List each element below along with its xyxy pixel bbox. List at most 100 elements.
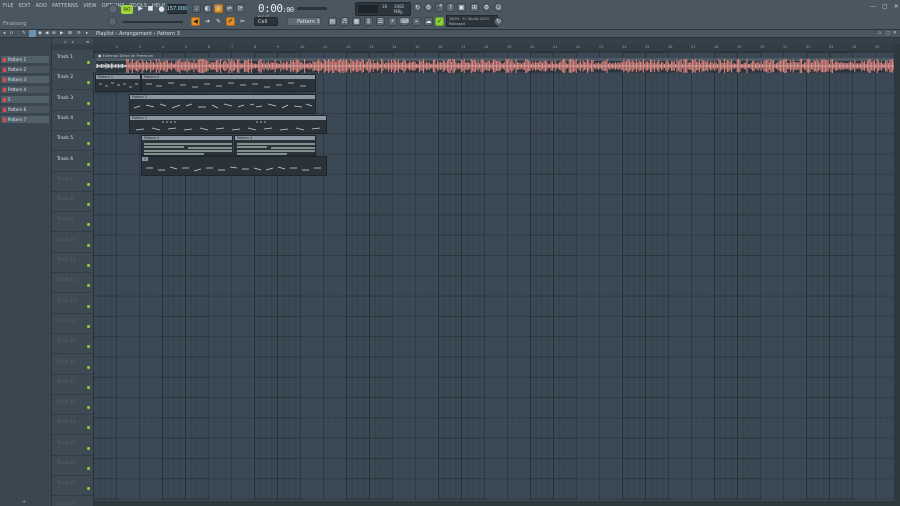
select-tool-icon[interactable] (29, 30, 36, 37)
refresh-icon[interactable]: ↻ (413, 3, 422, 12)
save-icon[interactable]: ▣ (457, 3, 466, 12)
mixer-icon[interactable]: ⚙ (424, 3, 433, 12)
track-header[interactable]: Track 10 (52, 233, 93, 253)
mixer-window-icon[interactable]: ⫼ (364, 17, 373, 26)
browser-icon[interactable]: ☰ (376, 17, 385, 26)
track-mute-led-icon[interactable] (87, 324, 90, 328)
timeline-ruler[interactable]: 2 3 4 5 6 7 8 9 10 11 12 13 14 15 16 17 18 19 20 21 22 23 24 25… (93, 44, 894, 52)
maximize-icon[interactable]: ▢ (882, 3, 888, 10)
pattern-clip[interactable]: Pattern 1 (95, 74, 141, 92)
track-header[interactable]: Track 14 (52, 314, 93, 334)
tempo-display[interactable]: 157.000 (167, 4, 187, 14)
prev-icon[interactable]: ◂ (64, 39, 66, 44)
detach-icon[interactable]: ▫ (878, 31, 881, 36)
zoom-icon[interactable]: ⊕ (52, 31, 56, 36)
master-pitch-slider[interactable] (297, 7, 327, 10)
news-panel[interactable]: 16/04 - FL Studio 2023 Released (446, 15, 498, 27)
horizontal-scrollbar[interactable] (93, 501, 894, 506)
loop-icon[interactable]: ⟳ (77, 31, 81, 36)
track-mute-led-icon[interactable] (87, 467, 90, 470)
track-header[interactable]: Track 11 (52, 253, 93, 273)
menu-edit[interactable]: EDIT (18, 3, 32, 12)
pattern-song-toggle[interactable]: PAT (121, 5, 133, 14)
pattern-clip[interactable]: Pattern 4 (234, 135, 316, 156)
track-header[interactable]: Track 23 (52, 497, 93, 506)
shop-icon[interactable]: ⊞ (470, 3, 479, 12)
mute-icon[interactable]: ◉ (38, 31, 42, 36)
track-menu-icon[interactable]: ≡ (86, 39, 89, 44)
playlist-arrangement[interactable]: ● External Drive all Premium Pattern 1 P… (93, 52, 894, 506)
menu-patterns[interactable]: PATTERNS (51, 3, 79, 12)
pattern-clip[interactable]: Pattern 2 (141, 74, 316, 92)
delete-tool-icon[interactable]: ✂ (238, 17, 247, 26)
master-pitch-knob-icon[interactable] (108, 17, 117, 26)
record-button[interactable]: ● (157, 4, 166, 13)
track-mute-led-icon[interactable] (87, 121, 90, 125)
plugin-picker-icon[interactable]: ⚡ (388, 17, 397, 26)
pattern-clip[interactable]: Pattern 4 (141, 135, 233, 156)
snap-grid-icon[interactable]: ⊞ (68, 31, 72, 36)
track-header[interactable]: Track 21 (52, 456, 93, 476)
track-mute-led-icon[interactable] (87, 101, 90, 105)
track-header[interactable]: Track 20 (52, 436, 93, 456)
menu-arrow-icon[interactable]: ▸ (86, 31, 88, 36)
track-header[interactable]: Track 18 (52, 395, 93, 416)
track-mute-led-icon[interactable] (87, 284, 90, 288)
snap-select[interactable]: Cell (254, 17, 278, 26)
blend-notes-icon[interactable]: ⇌ (225, 4, 234, 13)
pattern-clip[interactable]: Pattern 3 (129, 94, 316, 114)
stop-button[interactable]: ■ (146, 4, 155, 13)
online-icon[interactable]: ✓ (435, 17, 444, 26)
minimize-icon[interactable]: — (870, 3, 876, 10)
close-playlist-icon[interactable]: ✕ (893, 31, 897, 36)
menu-file[interactable]: FILE (2, 3, 15, 12)
track-header[interactable]: Track 17 (52, 375, 93, 395)
track-header[interactable]: Track 9 (52, 212, 93, 233)
account-icon[interactable]: ☺ (494, 3, 503, 12)
track-mute-led-icon[interactable] (87, 345, 90, 349)
pattern-item[interactable]: Pattern 7 (1, 116, 49, 124)
volume-slider[interactable] (123, 21, 183, 23)
track-header[interactable]: Track 5 (52, 131, 93, 152)
track-header[interactable]: Track 8 (52, 192, 93, 213)
pattern-clip[interactable]: Pattern 2 (129, 115, 327, 134)
track-header[interactable]: Track 3 (52, 91, 93, 111)
pattern-item[interactable]: Pattern 3 (1, 76, 49, 84)
settings-icon[interactable]: ⚙ (482, 3, 491, 12)
maximize-playlist-icon[interactable]: ▢ (886, 31, 890, 36)
cloud-icon[interactable]: ☁ (424, 17, 433, 26)
track-mute-led-icon[interactable] (87, 162, 90, 166)
arrow-left-icon[interactable]: ◂ (3, 31, 5, 36)
countdown-icon[interactable]: ⌛ (214, 4, 223, 13)
draw-tool-icon[interactable]: ✎ (214, 17, 223, 26)
touch-keyboard-icon[interactable]: ⌨ (400, 17, 409, 26)
play-button[interactable]: ▶ (136, 4, 145, 13)
piano-roll-icon[interactable]: ♬ (340, 17, 349, 26)
microphone-icon[interactable]: 🎤 (435, 3, 444, 12)
news-refresh-icon[interactable]: ↻ (494, 17, 503, 26)
wire-icon[interactable]: ⌁ (412, 17, 421, 26)
wait-input-icon[interactable]: ◐ (203, 4, 212, 13)
track-mute-led-icon[interactable] (87, 426, 90, 430)
track-mute-led-icon[interactable] (87, 304, 90, 308)
menu-add[interactable]: ADD (35, 3, 48, 12)
pattern-item[interactable]: Pattern 2 (1, 66, 49, 74)
magnet-icon[interactable]: ∩ (10, 31, 13, 36)
track-mute-led-icon[interactable] (87, 406, 90, 410)
track-mute-led-icon[interactable] (87, 365, 90, 369)
loop-record-icon[interactable]: ⟳ (236, 4, 245, 13)
pattern-item[interactable]: Pattern 1 (1, 56, 49, 64)
track-mute-led-icon[interactable] (87, 81, 90, 85)
track-mute-led-icon[interactable] (87, 223, 90, 227)
next-icon[interactable]: ▸ (72, 39, 74, 44)
track-mute-led-icon[interactable] (87, 487, 90, 491)
track-mute-led-icon[interactable] (87, 243, 90, 247)
track-mute-led-icon[interactable] (87, 264, 90, 267)
slip-icon[interactable]: ◀ (45, 31, 48, 36)
pattern-selector[interactable]: Pattern 3 (287, 17, 321, 26)
paint-tool-icon[interactable]: ✐ (226, 17, 235, 26)
track-mute-led-icon[interactable] (87, 385, 90, 389)
track-mute-led-icon[interactable] (87, 61, 90, 64)
track-header[interactable]: Track 7 (52, 172, 93, 192)
playback-icon[interactable]: ▶ (60, 31, 63, 36)
